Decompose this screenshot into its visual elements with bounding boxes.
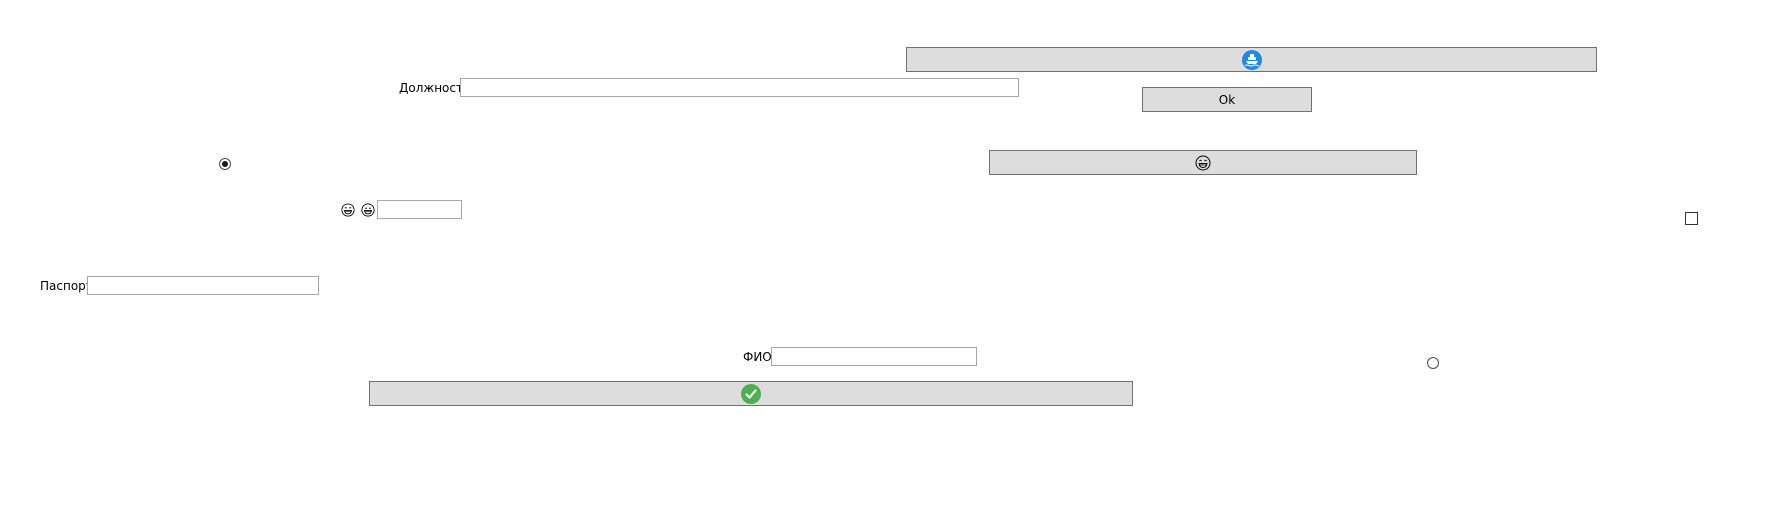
ship-button[interactable] xyxy=(906,47,1597,72)
passport-field[interactable] xyxy=(87,276,319,295)
passport-label: Паспорт xyxy=(40,279,93,293)
radio-button-1[interactable] xyxy=(219,158,231,170)
fio-field[interactable] xyxy=(771,347,977,366)
emoji-button[interactable] xyxy=(989,150,1417,175)
radio-selected-dot xyxy=(222,161,228,167)
fio-label: ФИО xyxy=(743,350,772,364)
grinning-face-icon xyxy=(361,203,375,217)
ok-button[interactable]: Ok xyxy=(1142,87,1312,112)
green-check-icon xyxy=(741,383,761,404)
ship-icon xyxy=(1241,49,1262,70)
radio-button-2[interactable] xyxy=(1427,357,1439,369)
small-text-field[interactable] xyxy=(377,200,462,219)
confirm-button[interactable] xyxy=(369,381,1133,406)
grinning-face-icon xyxy=(1195,155,1211,171)
checkbox[interactable] xyxy=(1685,212,1698,225)
position-field[interactable] xyxy=(460,78,1019,97)
laughing-face-icon xyxy=(341,203,355,217)
